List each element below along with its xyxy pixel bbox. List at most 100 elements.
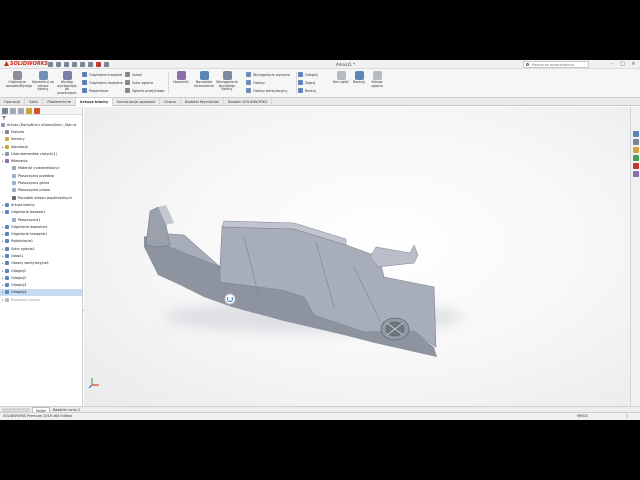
property-manager-tab-icon[interactable]	[10, 108, 16, 114]
hem-icon	[82, 88, 87, 93]
tree-item[interactable]: ▸ Rozłożony model	[0, 296, 82, 303]
heads-up-view-toolbar	[83, 107, 630, 114]
tree-item[interactable]: Materiał <nieokreślony>	[0, 165, 82, 172]
tree-item-label: Płaszczyzna przednia	[18, 173, 55, 178]
tree-item-label: Płaszczyzna1	[18, 217, 41, 222]
tree-item-label: Rozłożony model	[11, 297, 40, 302]
tree-item[interactable]: ▸ Historia	[0, 128, 82, 135]
tree-item[interactable]: Sensory	[0, 136, 82, 143]
tree-item[interactable]: ▸ Szkic zgięcia1	[0, 245, 82, 252]
command-tab[interactable]: Powierzchnie	[43, 98, 76, 106]
save-icon[interactable]	[64, 62, 69, 67]
unit-system[interactable]: MMGS	[577, 413, 588, 420]
options-icon[interactable]	[104, 62, 109, 67]
maximize-button[interactable]: □	[619, 61, 626, 68]
ribbon-small-button[interactable]: Wyciągnięcie wycięcia	[246, 71, 290, 78]
ribbon-large-button[interactable]: Wstaw zgięcia	[366, 71, 388, 95]
command-tab[interactable]: Dodatki Wymiarów	[181, 98, 224, 106]
tree-item[interactable]: Płaszczyzna1	[0, 216, 82, 223]
custom-properties-icon[interactable]	[632, 171, 639, 177]
tree-item[interactable]: ▸ Odginięcie dookolne1	[0, 223, 82, 230]
ribbon-large-button[interactable]: Narzędzie formowania	[193, 71, 215, 95]
ribbon-small-button[interactable]: Odegnij	[298, 71, 318, 78]
ribbon-small-button[interactable]: Uskok	[125, 71, 142, 78]
graphics-area[interactable]	[84, 107, 630, 410]
tree-item[interactable]: ▸ Adnotacje	[0, 143, 82, 150]
filter-icon[interactable]	[2, 116, 6, 120]
tree-item-label: Równania	[11, 159, 28, 164]
ribbon-small-button[interactable]: Rozkuj	[298, 87, 316, 94]
base-flange-icon	[5, 210, 9, 215]
ribbon-large-button[interactable]: Konwertuj na arkusz blachy	[32, 71, 54, 95]
document-title: Arkusz1 *	[336, 62, 356, 67]
command-tab[interactable]: Operacje	[0, 98, 26, 106]
tree-item[interactable]: Płaszczyzna górna	[0, 179, 82, 186]
tree-item[interactable]: ▸ Odegnij4	[0, 288, 82, 297]
ribbon-large-button[interactable]: Wyciągnięcie wyciętego blachy	[216, 71, 238, 95]
ribbon-small-button[interactable]: Otwórz	[246, 79, 265, 86]
print-icon[interactable]	[72, 62, 77, 67]
command-tab[interactable]: Szkic	[25, 98, 44, 106]
solidworks-logo[interactable]: SOLIDWORKS	[4, 61, 48, 68]
ribbon-button-label: Rozkuj	[305, 88, 316, 93]
tree-item[interactable]: ▸ Lista elementów ciętych(1)	[0, 150, 82, 157]
tree-item[interactable]: Płaszczyzna przednia	[0, 172, 82, 179]
tree-item[interactable]: ▸ Arkusz blachy	[0, 201, 82, 208]
tree-item-label: Odginięcie bazowe1	[11, 210, 46, 215]
tree-item-label: Odginięcie dookolne1	[11, 224, 48, 229]
display-manager-tab-icon[interactable]	[34, 108, 40, 114]
ribbon-small-button[interactable]: Szkic zgięcia	[125, 79, 153, 86]
ribbon-small-button[interactable]: Odginięcie dookolne	[82, 79, 123, 86]
file-explorer-icon[interactable]	[632, 147, 639, 153]
view-palette-icon[interactable]	[632, 155, 639, 161]
window-controls: – □ ×	[608, 61, 637, 68]
panel-collapse-arrow-icon[interactable]: ◂	[82, 308, 85, 314]
tree-item[interactable]: ▸ Równania	[0, 157, 82, 164]
command-search[interactable]	[523, 61, 589, 68]
appearances-icon[interactable]	[632, 163, 639, 169]
tree-item[interactable]: ▸ Odginięcie bazowe1	[0, 209, 82, 216]
ribbon-large-button[interactable]: Narożniki	[170, 71, 192, 95]
tree-root[interactable]: Arkusz (Domyślne<<Domyślne>_Stan w	[0, 121, 82, 128]
close-button[interactable]: ×	[630, 61, 637, 68]
dimxpert-tab-icon[interactable]	[26, 108, 32, 114]
new-file-icon[interactable]	[48, 62, 53, 67]
help-icon[interactable]: ?	[626, 414, 632, 419]
ribbon-button-label: Wyciągnięcie wyciętego blachy	[216, 80, 238, 92]
rebuild-icon[interactable]	[96, 62, 101, 67]
tree-item[interactable]: ▸ Odegnij3	[0, 282, 82, 289]
resources-icon[interactable]	[632, 131, 639, 137]
design-library-icon[interactable]	[632, 139, 639, 145]
tree-item[interactable]: ▸ Odegnij2	[0, 274, 82, 281]
ribbon-small-button[interactable]: Podwinięcie	[82, 87, 108, 94]
ribbon-small-button[interactable]: Zgięcie przejściowe	[125, 87, 164, 94]
configuration-manager-tab-icon[interactable]	[18, 108, 24, 114]
tree-item[interactable]: ▸ Odginięcie krawędzi1	[0, 230, 82, 237]
tree-item[interactable]: ▸ Otwory wentylacyjne1	[0, 260, 82, 267]
ribbon-small-button[interactable]: Zegnij	[298, 79, 315, 86]
search-input[interactable]	[532, 62, 588, 67]
feature-tree-tab-icon[interactable]	[2, 108, 8, 114]
ribbon-small-button[interactable]: Odginięcie krawędzi	[82, 71, 122, 78]
command-manager-tabs: Operacje Szkic Powierzchnie Arkusz blachy Ko…	[0, 98, 640, 106]
command-tab[interactable]: Konstrukcje spawane	[113, 98, 161, 106]
tree-item[interactable]: ▸ Odegnij2	[0, 267, 82, 274]
undo-icon[interactable]	[80, 62, 85, 67]
minimize-button[interactable]: –	[608, 61, 615, 68]
command-tab[interactable]: Ocena	[160, 98, 181, 106]
ribbon-large-button[interactable]: Występ wyciągnięty po przekrojach	[56, 71, 78, 95]
select-icon[interactable]	[88, 62, 93, 67]
tree-item[interactable]: ▸ Uskok1	[0, 252, 82, 259]
tree-item[interactable]: Początek układu współrzędnych	[0, 194, 82, 201]
sheet-metal-part-model[interactable]	[84, 107, 630, 410]
loading-spinner	[224, 293, 236, 305]
tree-item[interactable]: Płaszczyzna prawa	[0, 187, 82, 194]
ribbon-small-button[interactable]: Otwórz wentylacyjny	[246, 87, 287, 94]
tree-item[interactable]: ▸ Podwinięcie1	[0, 238, 82, 245]
command-tab[interactable]: Arkusz blachy	[75, 98, 114, 106]
ribbon-large-button[interactable]: Odginięcie bazowe/Występ	[6, 71, 32, 95]
open-file-icon[interactable]	[56, 62, 61, 67]
ribbon-button-label: Narożniki	[173, 80, 189, 84]
command-tab[interactable]: Dodatki SOLIDWORKS	[224, 98, 273, 106]
vent-icon	[246, 88, 251, 93]
